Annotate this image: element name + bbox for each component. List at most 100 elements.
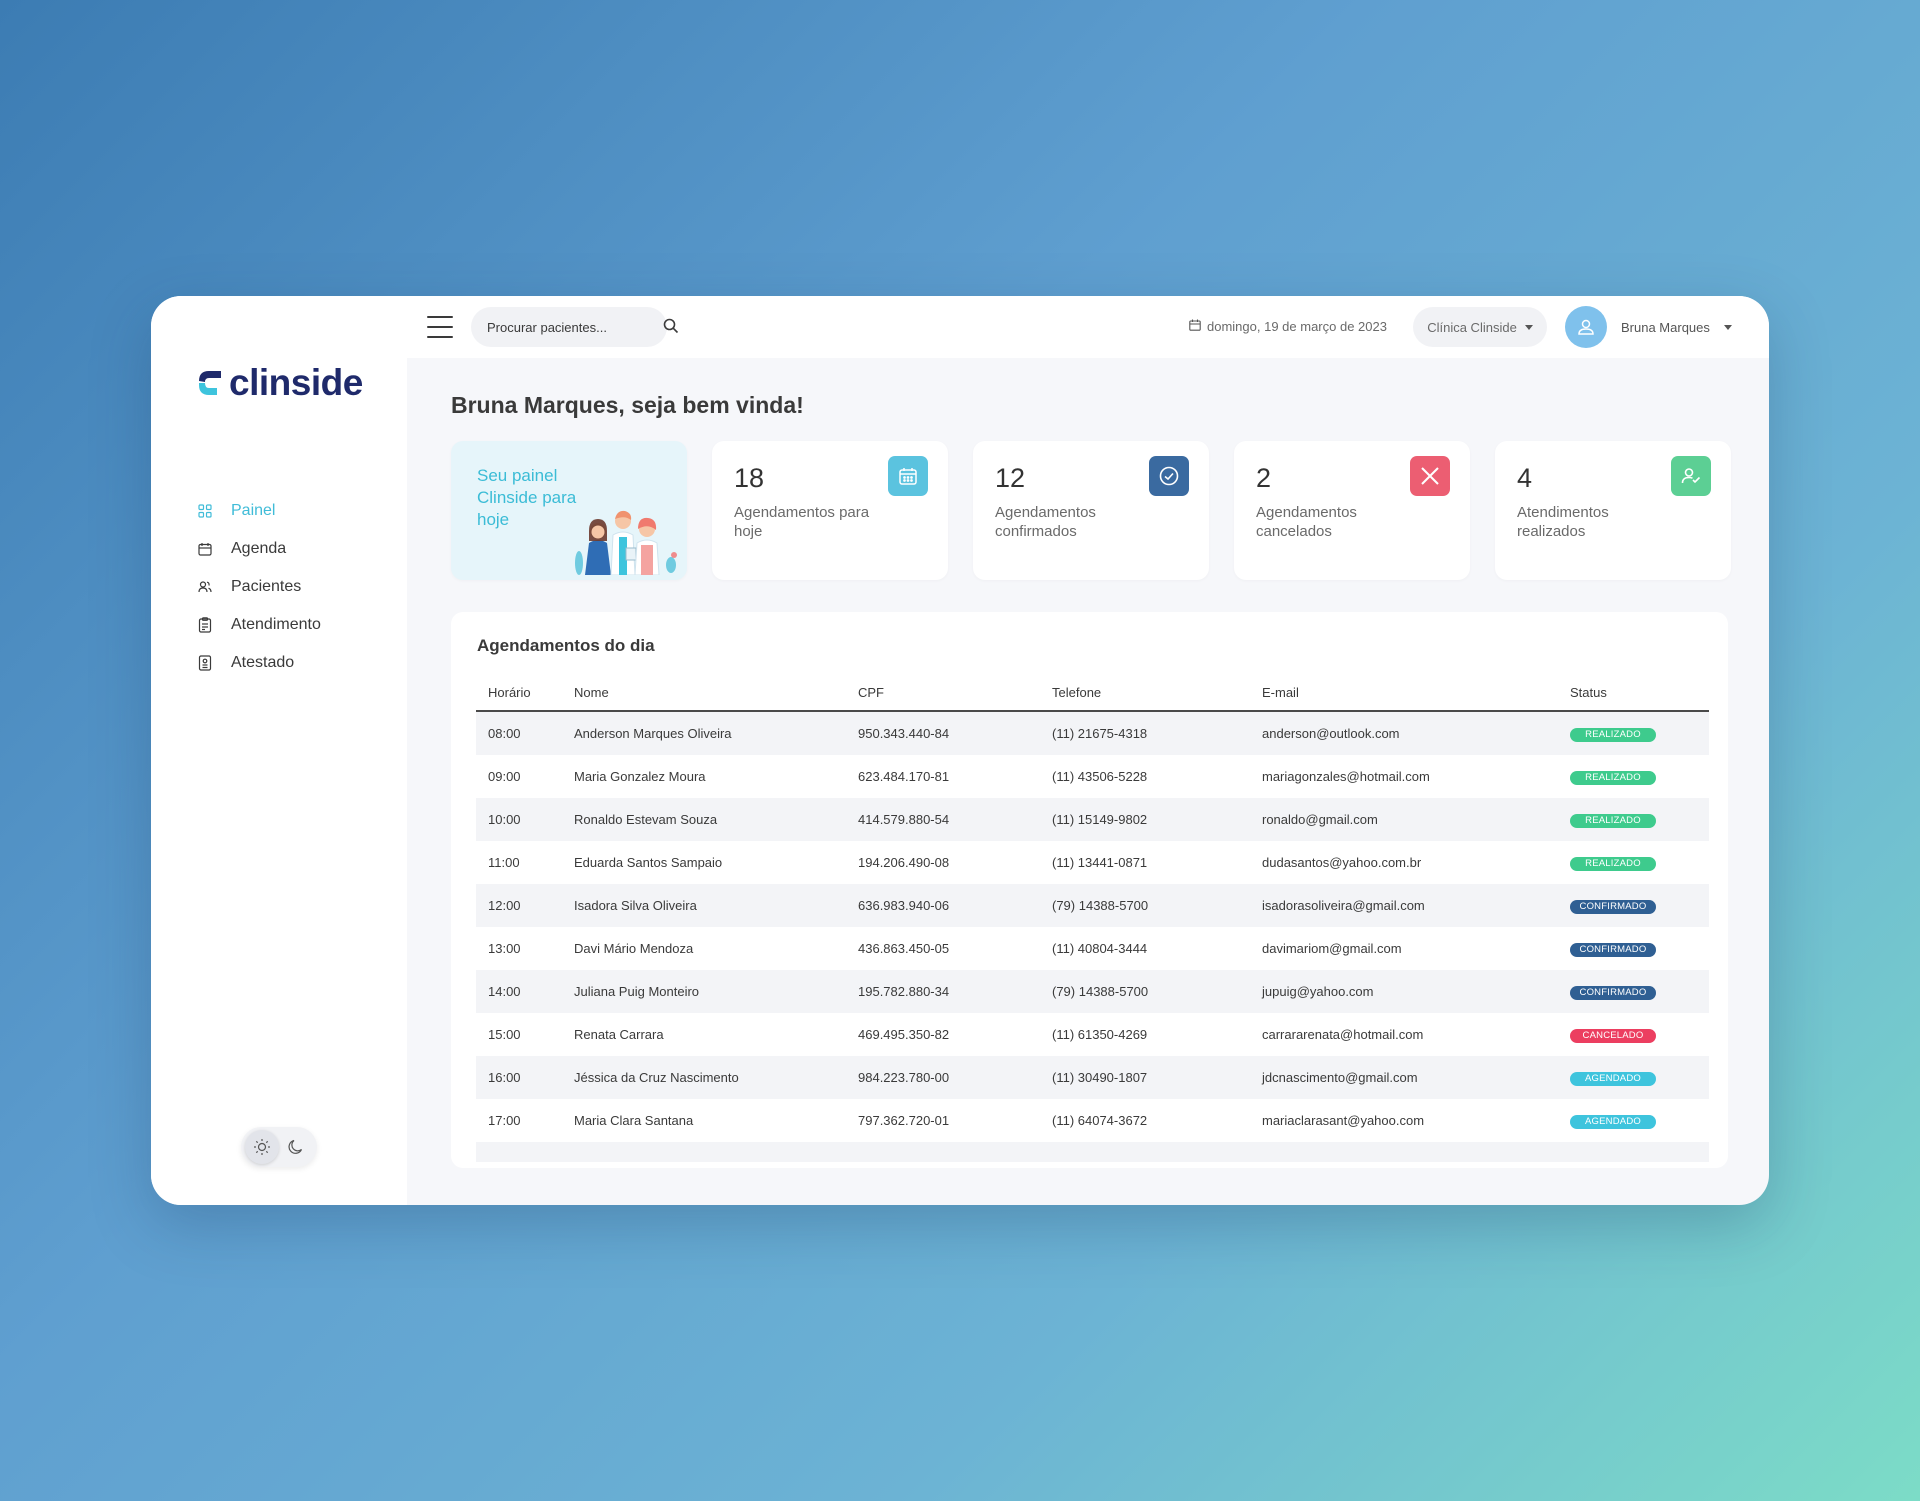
sidebar: clinside Painel Agenda Pacientes Atendim…: [151, 296, 407, 1205]
search-box[interactable]: [471, 307, 679, 347]
cell-phone: (79) 14388-5700: [1052, 898, 1149, 913]
cell-time: 10:00: [488, 812, 521, 827]
doctors-illustration: [571, 493, 681, 580]
brand-name: clinside: [229, 362, 363, 403]
table-row[interactable]: 15:00 Renata Carrara 469.495.350-82 (11) 61…: [476, 1013, 1709, 1056]
cell-status: CONFIRMADO: [1558, 897, 1709, 914]
stat-card-agendamentos-cancelados: 2 Agendamentos cancelados: [1234, 441, 1470, 580]
sidebar-item-painel[interactable]: Painel: [197, 492, 321, 530]
stat-value: 12: [995, 463, 1026, 493]
stat-label: Atendimentos realizados: [1517, 504, 1609, 540]
date-text: domingo, 19 de março de 2023: [1207, 319, 1387, 334]
cell-phone: (11) 21675-4318: [1052, 726, 1148, 741]
users-icon: [197, 579, 213, 595]
cell-status: CONFIRMADO: [1558, 940, 1709, 957]
cell-time: 09:00: [488, 769, 521, 784]
cell-phone: (11) 40804-3444: [1052, 941, 1148, 956]
cell-status: AGENDADO: [1558, 1112, 1709, 1129]
cell-cpf: 194.206.490-08: [858, 855, 950, 870]
stat-card-agendamentos-hoje: 18 Agendamentos para hoje: [712, 441, 948, 580]
table-row[interactable]: 10:00 Ronaldo Estevam Souza 414.579.880-54…: [476, 798, 1709, 841]
clinic-selector[interactable]: Clínica Clinside: [1413, 307, 1547, 347]
cell-time: 15:00: [488, 1027, 521, 1042]
table-row[interactable]: 09:00 Maria Gonzalez Moura 623.484.170-81 (…: [476, 755, 1709, 798]
column-header[interactable]: Telefone: [1040, 685, 1250, 700]
cell-cpf: 414.579.880-54: [858, 812, 950, 827]
table-row[interactable]: 16:00 Jéssica da Cruz Nascimento 984.223.7…: [476, 1056, 1709, 1099]
search-icon[interactable]: [663, 318, 679, 337]
status-badge: CONFIRMADO: [1570, 943, 1656, 957]
cell-name: Juliana Puig Monteiro: [574, 984, 700, 999]
topbar: domingo, 19 de março de 2023 Clínica Cli…: [407, 296, 1769, 358]
appointments-panel: Agendamentos do dia Horário Nome CPF Tel…: [451, 612, 1728, 1168]
moon-icon[interactable]: [279, 1130, 313, 1164]
avatar[interactable]: [1565, 306, 1607, 348]
sidebar-item-pacientes[interactable]: Pacientes: [197, 568, 321, 606]
table-row[interactable]: 13:00 Davi Mário Mendoza 436.863.450-05 (11…: [476, 927, 1709, 970]
sidebar-item-agenda[interactable]: Agenda: [197, 530, 321, 568]
table-body: 08:00 Anderson Marques Oliveira 950.343.44…: [476, 712, 1709, 1142]
status-badge: REALIZADO: [1570, 728, 1656, 742]
stat-value: 4: [1517, 463, 1533, 493]
logo[interactable]: clinside: [197, 362, 363, 404]
cell-email: ronaldo@gmail.com: [1262, 812, 1378, 827]
cell-name: Renata Carrara: [574, 1027, 664, 1042]
column-header[interactable]: Status: [1558, 685, 1709, 700]
calendar-icon: [197, 541, 213, 557]
cell-cpf: 623.484.170-81: [858, 769, 950, 784]
cell-name: Davi Mário Mendoza: [574, 941, 694, 956]
appointments-table: Horário Nome CPF Telefone E-mail Status …: [476, 674, 1709, 1162]
page-title: Bruna Marques, seja bem vinda!: [451, 392, 804, 418]
status-badge: REALIZADO: [1570, 771, 1656, 785]
document-icon: [197, 655, 213, 671]
menu-icon[interactable]: [427, 316, 453, 338]
table-row[interactable]: 14:00 Juliana Puig Monteiro 195.782.880-34…: [476, 970, 1709, 1013]
search-input[interactable]: [487, 319, 663, 335]
table-footer: [476, 1142, 1709, 1162]
status-badge: CONFIRMADO: [1570, 986, 1656, 1000]
cell-cpf: 636.983.940-06: [858, 898, 950, 913]
table-row[interactable]: 11:00 Eduarda Santos Sampaio 194.206.490-0…: [476, 841, 1709, 884]
cell-phone: (11) 61350-4269: [1052, 1027, 1148, 1042]
status-badge: REALIZADO: [1570, 814, 1656, 828]
cell-name: Isadora Silva Oliveira: [574, 898, 697, 913]
sidebar-item-label: Atendimento: [231, 616, 321, 633]
cell-name: Maria Clara Santana: [574, 1113, 694, 1128]
cell-name: Maria Gonzalez Moura: [574, 769, 706, 784]
cell-email: carrararenata@hotmail.com: [1262, 1027, 1424, 1042]
cell-email: dudasantos@yahoo.com.br: [1262, 855, 1422, 870]
sidebar-item-label: Pacientes: [231, 578, 302, 595]
cell-email: anderson@outlook.com: [1262, 726, 1400, 741]
sidebar-item-atestado[interactable]: Atestado: [197, 644, 321, 682]
theme-toggle[interactable]: [241, 1127, 317, 1167]
column-header[interactable]: CPF: [846, 685, 1040, 700]
table-row[interactable]: 08:00 Anderson Marques Oliveira 950.343.44…: [476, 712, 1709, 755]
column-header[interactable]: E-mail: [1250, 685, 1558, 700]
table-header: Horário Nome CPF Telefone E-mail Status: [476, 674, 1709, 712]
cell-cpf: 195.782.880-34: [858, 984, 950, 999]
sidebar-nav: Painel Agenda Pacientes Atendimento Ates…: [197, 492, 321, 682]
cell-status: CONFIRMADO: [1558, 983, 1709, 1000]
cell-time: 12:00: [488, 898, 521, 913]
cell-cpf: 436.863.450-05: [858, 941, 950, 956]
logo-icon: [197, 367, 223, 399]
cell-status: REALIZADO: [1558, 811, 1709, 828]
cell-email: jdcnascimento@gmail.com: [1262, 1070, 1418, 1085]
sun-icon[interactable]: [245, 1130, 279, 1164]
chevron-down-icon: [1723, 324, 1732, 330]
user-menu[interactable]: Bruna Marques: [1565, 306, 1732, 348]
cell-cpf: 984.223.780-00: [858, 1070, 950, 1085]
cell-time: 16:00: [488, 1070, 521, 1085]
calendar-icon: [888, 456, 928, 496]
table-row[interactable]: 12:00 Isadora Silva Oliveira 636.983.940-0…: [476, 884, 1709, 927]
cell-phone: (11) 43506-5228: [1052, 769, 1148, 784]
sidebar-item-atendimento[interactable]: Atendimento: [197, 606, 321, 644]
stat-value: 18: [734, 463, 765, 493]
column-header[interactable]: Horário: [476, 685, 562, 700]
column-header[interactable]: Nome: [562, 685, 846, 700]
chevron-down-icon: [1524, 324, 1533, 330]
stat-label: Agendamentos para hoje: [734, 504, 870, 540]
check-circle-icon: [1149, 456, 1189, 496]
table-row[interactable]: 17:00 Maria Clara Santana 797.362.720-01 (1…: [476, 1099, 1709, 1142]
cell-email: mariaclarasant@yahoo.com: [1262, 1113, 1425, 1128]
